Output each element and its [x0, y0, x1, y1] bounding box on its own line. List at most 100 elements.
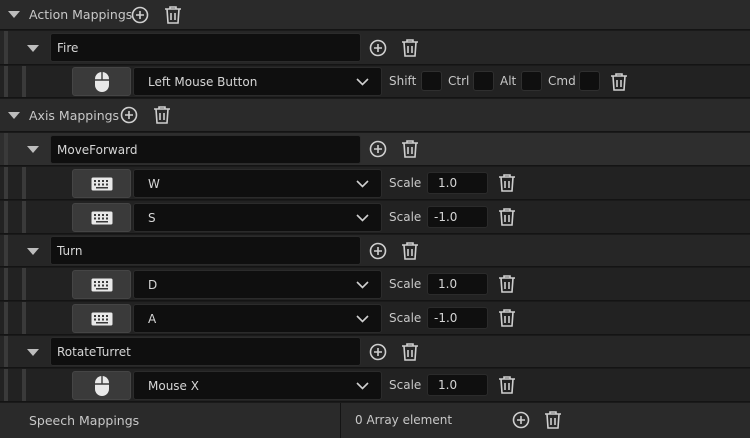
chevron-down-icon — [356, 382, 369, 390]
key-dropdown[interactable]: Mouse X — [133, 371, 382, 400]
axis-name-text: MoveForward — [57, 142, 138, 157]
key-selector-button[interactable] — [72, 203, 131, 232]
key-binding-row: Left Mouse Button Shift Ctrl Alt Cmd — [0, 66, 750, 98]
key-selector-button[interactable] — [72, 67, 131, 96]
add-key-button[interactable] — [368, 241, 388, 261]
scale-input[interactable]: 1.0 — [427, 172, 488, 194]
key-dropdown[interactable]: A — [133, 304, 382, 333]
shift-label: Shift — [389, 74, 417, 88]
scale-input[interactable]: 1.0 — [427, 273, 488, 295]
axis-name-text: Turn — [57, 243, 83, 258]
key-selector-button[interactable] — [72, 371, 131, 400]
keyboard-icon — [91, 211, 112, 224]
scale-label: Scale — [389, 210, 422, 224]
scale-input[interactable]: -1.0 — [427, 206, 488, 228]
trash-icon — [499, 208, 515, 226]
trash-icon — [165, 6, 181, 24]
delete-mapping-button[interactable] — [400, 138, 420, 160]
scale-label: Scale — [389, 176, 422, 190]
ctrl-checkbox[interactable] — [473, 71, 494, 91]
scale-value: -1.0 — [434, 210, 458, 224]
delete-mapping-button[interactable] — [400, 240, 420, 262]
expand-caret-icon[interactable] — [27, 248, 39, 255]
alt-label: Alt — [500, 74, 517, 88]
action-mappings-title: Action Mappings — [29, 7, 133, 22]
delete-mapping-button[interactable] — [400, 341, 420, 363]
axis-mappings-title: Axis Mappings — [29, 108, 120, 123]
scale-label: Scale — [389, 378, 422, 392]
scale-value: -1.0 — [434, 311, 458, 325]
keyboard-icon — [91, 312, 112, 325]
alt-checkbox[interactable] — [521, 71, 542, 91]
key-binding-row: W Scale 1.0 — [0, 167, 750, 200]
expand-caret-icon[interactable] — [8, 11, 20, 18]
speech-mappings-row: Speech Mappings 0 Array element — [0, 403, 750, 438]
action-name-field[interactable]: Fire — [50, 33, 361, 62]
key-dropdown[interactable]: W — [133, 169, 382, 198]
delete-all-speech-mappings-button[interactable] — [543, 409, 563, 431]
cmd-checkbox[interactable] — [579, 71, 600, 91]
add-key-button[interactable] — [368, 139, 388, 159]
scale-input[interactable]: 1.0 — [427, 374, 488, 396]
trash-icon — [402, 140, 418, 158]
trash-icon — [499, 275, 515, 293]
trash-icon — [402, 39, 418, 57]
mouse-icon — [94, 375, 109, 396]
mouse-icon — [94, 71, 109, 92]
trash-icon — [499, 376, 515, 394]
chevron-down-icon — [356, 281, 369, 289]
add-action-mapping-button[interactable] — [130, 5, 150, 25]
add-icon — [369, 140, 387, 158]
key-selector-button[interactable] — [72, 169, 131, 198]
key-name: A — [148, 311, 157, 326]
delete-key-button[interactable] — [497, 307, 517, 329]
axis-name-field[interactable]: Turn — [50, 236, 361, 265]
delete-key-button[interactable] — [609, 71, 629, 93]
add-axis-mapping-button[interactable] — [119, 105, 139, 125]
key-binding-row: Mouse X Scale 1.0 — [0, 369, 750, 402]
chevron-down-icon — [356, 78, 369, 86]
add-key-button[interactable] — [368, 342, 388, 362]
expand-caret-icon[interactable] — [8, 112, 20, 119]
delete-all-action-mappings-button[interactable] — [163, 4, 183, 26]
ctrl-label: Ctrl — [448, 74, 470, 88]
trash-icon — [154, 106, 170, 124]
axis-mapping-row: Turn — [0, 235, 750, 267]
key-binding-row: A Scale -1.0 — [0, 302, 750, 335]
keyboard-icon — [91, 278, 112, 291]
delete-key-button[interactable] — [497, 172, 517, 194]
add-key-button[interactable] — [368, 38, 388, 58]
trash-icon — [545, 411, 561, 429]
key-selector-button[interactable] — [72, 270, 131, 299]
delete-key-button[interactable] — [497, 273, 517, 295]
shift-checkbox[interactable] — [421, 71, 442, 91]
axis-name-field[interactable]: MoveForward — [50, 135, 361, 164]
key-selector-button[interactable] — [72, 304, 131, 333]
key-dropdown[interactable]: S — [133, 203, 382, 232]
chevron-down-icon — [356, 315, 369, 323]
axis-name-field[interactable]: RotateTurret — [50, 337, 361, 366]
expand-caret-icon[interactable] — [27, 146, 39, 153]
array-count-text: 0 Array element — [355, 413, 453, 427]
action-name-text: Fire — [57, 40, 79, 55]
axis-mapping-row: MoveForward — [0, 133, 750, 166]
expand-caret-icon[interactable] — [27, 349, 39, 356]
chevron-down-icon — [356, 180, 369, 188]
add-speech-mapping-button[interactable] — [511, 410, 531, 430]
delete-mapping-button[interactable] — [400, 37, 420, 59]
axis-name-text: RotateTurret — [57, 344, 131, 359]
key-binding-row: D Scale 1.0 — [0, 268, 750, 301]
add-icon — [369, 343, 387, 361]
key-name: Mouse X — [148, 378, 199, 393]
delete-key-button[interactable] — [497, 206, 517, 228]
key-name: S — [148, 210, 156, 225]
key-dropdown[interactable]: D — [133, 270, 382, 299]
action-mapping-row: Fire — [0, 31, 750, 65]
scale-value: 1.0 — [438, 378, 458, 392]
axis-mappings-header: Axis Mappings — [0, 99, 750, 132]
scale-input[interactable]: -1.0 — [427, 307, 488, 329]
delete-key-button[interactable] — [497, 374, 517, 396]
key-dropdown[interactable]: Left Mouse Button — [133, 67, 382, 96]
expand-caret-icon[interactable] — [27, 45, 39, 52]
delete-all-axis-mappings-button[interactable] — [152, 104, 172, 126]
